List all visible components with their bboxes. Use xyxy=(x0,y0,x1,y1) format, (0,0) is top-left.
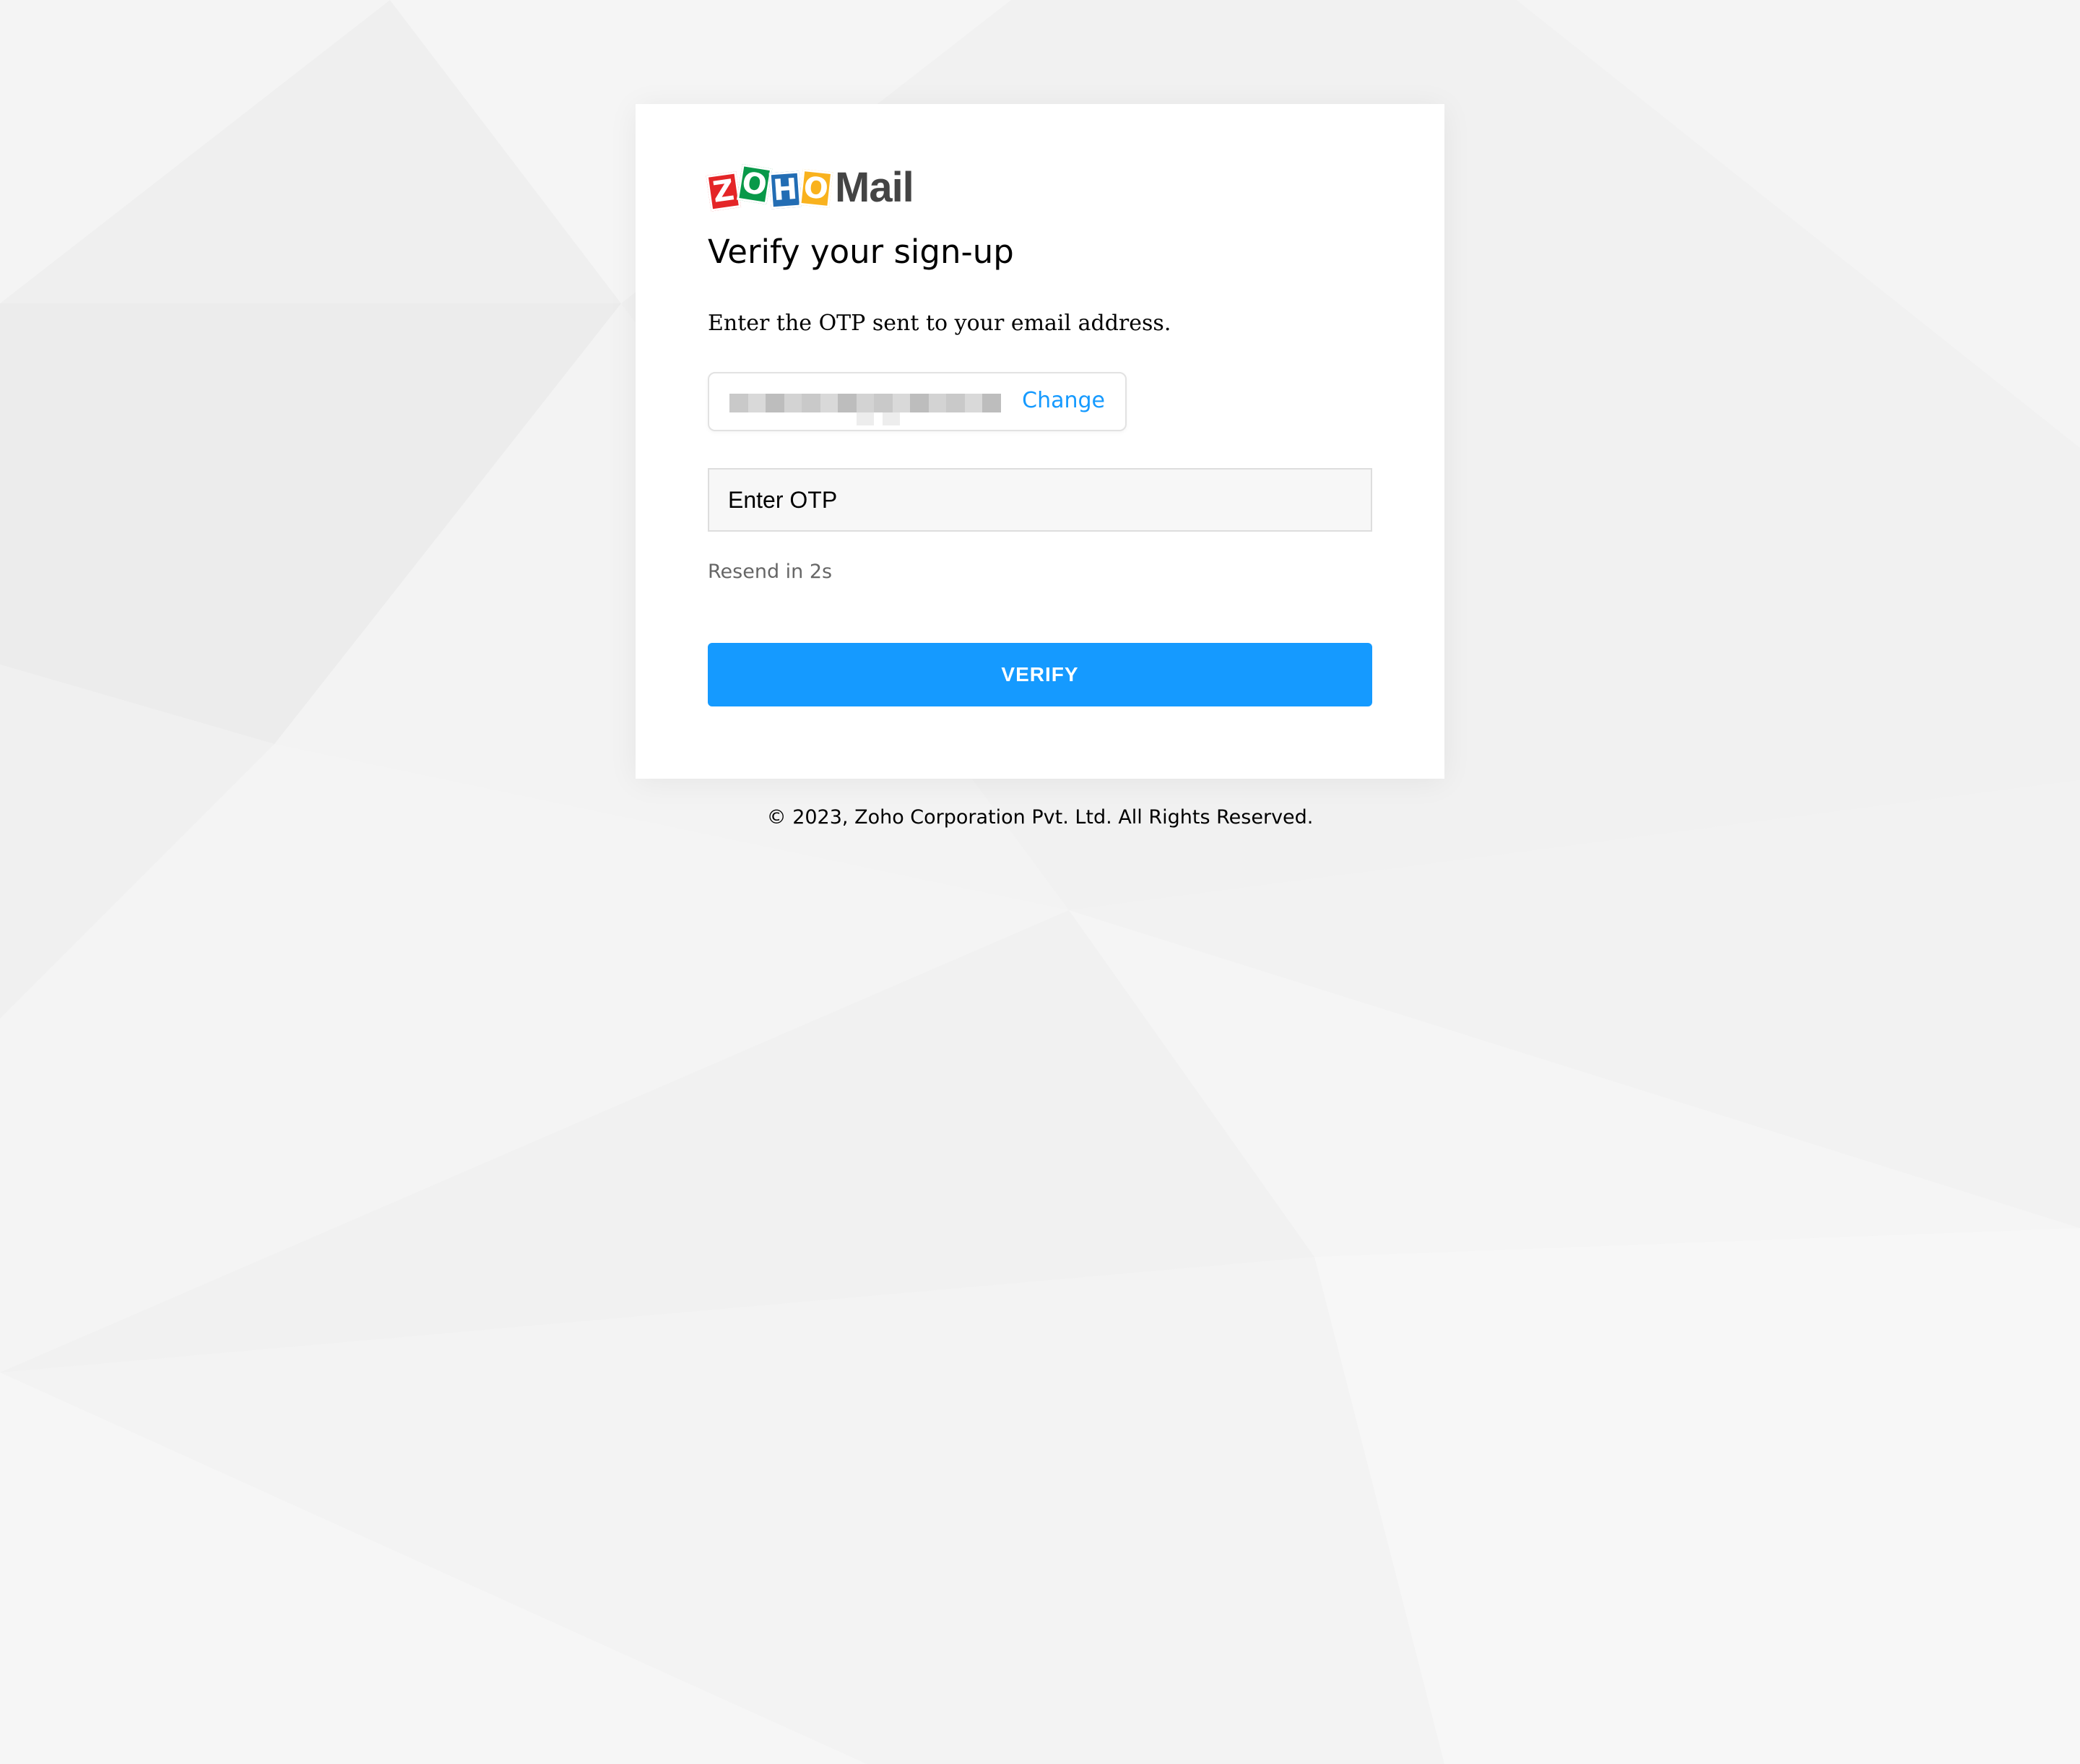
zoho-mail-logo: Z O H O Mail xyxy=(706,162,914,212)
logo-tile-h: H xyxy=(768,170,802,209)
logo-tile-o-2: O xyxy=(799,168,833,209)
otp-input[interactable] xyxy=(708,468,1372,532)
logo-tile-o: O xyxy=(736,164,773,205)
verify-button[interactable]: VERIFY xyxy=(708,643,1372,706)
logo-tile-z: Z xyxy=(706,171,742,212)
verification-card: Z O H O Mail Verify your sign-up Enter t… xyxy=(636,104,1444,779)
masked-email-address xyxy=(729,394,1001,425)
copyright-footer: © 2023, Zoho Corporation Pvt. Ltd. All R… xyxy=(766,806,1314,829)
page-title: Verify your sign-up xyxy=(708,233,1014,271)
change-email-link[interactable]: Change xyxy=(1022,388,1105,413)
email-chip: Change xyxy=(708,372,1127,431)
logo-product-name: Mail xyxy=(835,163,914,211)
instruction-text: Enter the OTP sent to your email address… xyxy=(708,311,1171,336)
resend-countdown: Resend in 2s xyxy=(708,561,833,583)
